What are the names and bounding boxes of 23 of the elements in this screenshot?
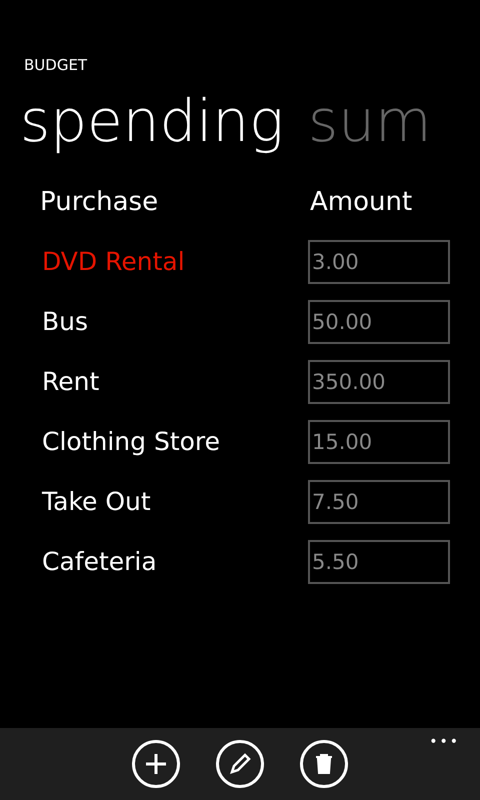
purchase-label[interactable]: Cafeteria [42, 542, 308, 580]
more-button[interactable]: ••• [429, 732, 460, 753]
amount-field[interactable]: 5.50 [308, 540, 450, 584]
trash-button[interactable] [300, 740, 348, 788]
pencil-button[interactable] [216, 740, 264, 788]
pivot-header[interactable]: sum [308, 84, 432, 156]
column-header: Amount [310, 186, 412, 218]
amount-field[interactable]: 7.50 [308, 480, 450, 524]
purchase-label[interactable]: Rent [42, 362, 308, 400]
add-icon [144, 752, 168, 776]
amount-field[interactable]: 15.00 [308, 420, 450, 464]
amount-field[interactable]: 350.00 [308, 360, 450, 404]
add-button[interactable] [132, 740, 180, 788]
purchase-label[interactable]: Clothing Store [42, 422, 308, 460]
amount-field[interactable]: 3.00 [308, 240, 450, 284]
amount-field[interactable]: 50.00 [308, 300, 450, 344]
purchase-label[interactable]: Bus [42, 302, 308, 340]
column-header: Purchase [40, 186, 160, 218]
app-title: BUDGET [24, 55, 88, 76]
purchase-label[interactable]: DVD Rental [42, 242, 308, 280]
pencil-icon [228, 752, 252, 776]
pivot-header[interactable]: spending [20, 84, 284, 156]
purchase-label[interactable]: Take Out [42, 482, 308, 520]
